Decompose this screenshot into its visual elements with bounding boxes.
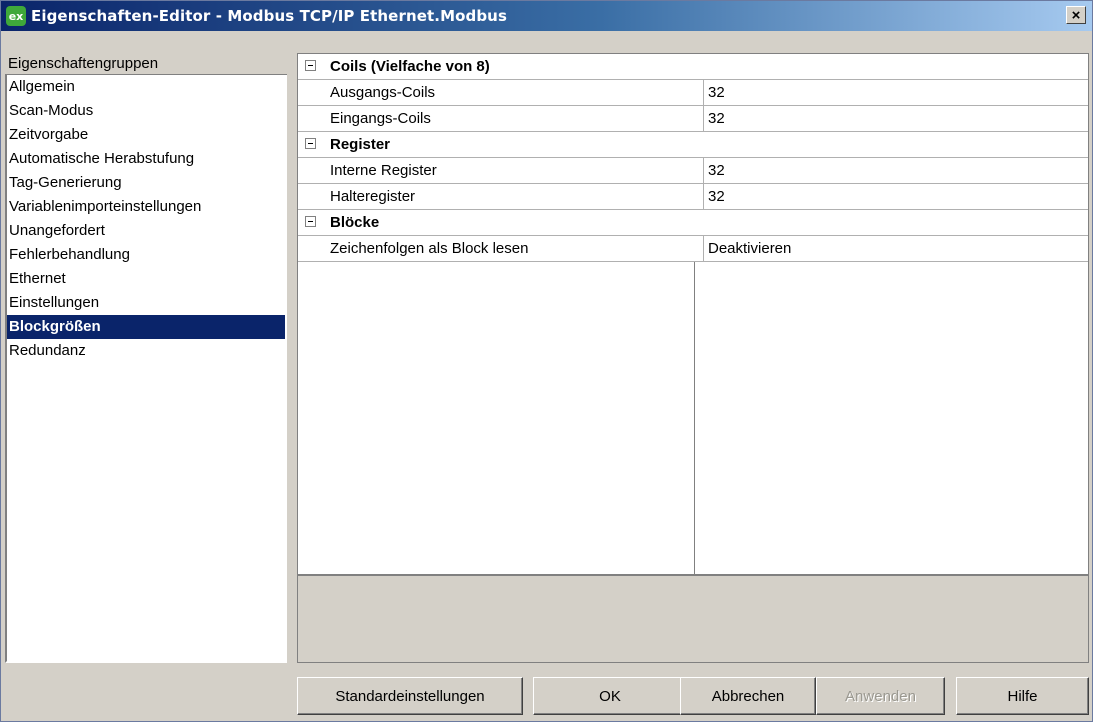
group-item-redundanz[interactable]: Redundanz [7,339,285,363]
close-icon: × [1071,6,1081,24]
group-item-variablenimporteinstellungen[interactable]: Variablenimporteinstellungen [7,195,285,219]
cancel-button[interactable]: Abbrechen [680,677,816,715]
window-title: Eigenschaften-Editor - Modbus TCP/IP Eth… [31,7,507,25]
collapse-icon[interactable] [305,60,316,71]
property-groups-header: Eigenschaftengruppen [5,53,287,75]
property-row-zeichenfolgen-als-block-lesen[interactable]: Zeichenfolgen als Block lesen Deaktivier… [298,236,1088,262]
category-label: Coils (Vielfache von 8) [330,58,490,75]
property-row-ausgangs-coils[interactable]: Ausgangs-Coils 32 [298,80,1088,106]
group-item-automatische-herabstufung[interactable]: Automatische Herabstufung [7,147,285,171]
property-value-interne-register[interactable]: 32 [703,158,1088,184]
category-label: Register [330,136,391,153]
property-grid: Coils (Vielfache von 8) Ausgangs-Coils 3… [297,53,1089,575]
property-name: Zeichenfolgen als Block lesen [330,240,529,257]
property-value-halteregister[interactable]: 32 [703,184,1088,210]
collapse-icon[interactable] [305,216,316,227]
property-name: Halteregister [330,188,416,205]
help-button[interactable]: Hilfe [956,677,1089,715]
group-item-unangefordert[interactable]: Unangefordert [7,219,285,243]
property-row-eingangs-coils[interactable]: Eingangs-Coils 32 [298,106,1088,132]
property-editor-window: ex Eigenschaften-Editor - Modbus TCP/IP … [0,0,1093,722]
column-divider[interactable] [694,262,695,574]
category-coils[interactable]: Coils (Vielfache von 8) [298,54,1088,80]
ok-button[interactable]: OK [533,677,687,715]
title-bar[interactable]: ex Eigenschaften-Editor - Modbus TCP/IP … [1,1,1092,31]
group-item-blockgroessen[interactable]: Blockgrößen [7,315,285,339]
description-panel [297,575,1089,663]
group-item-tag-generierung[interactable]: Tag-Generierung [7,171,285,195]
close-button[interactable]: × [1066,6,1086,24]
property-name: Ausgangs-Coils [330,84,436,101]
property-value-zeichenfolgen-als-block-lesen[interactable]: Deaktivieren [703,236,1088,262]
category-bloecke[interactable]: Blöcke [298,210,1088,236]
property-row-halteregister[interactable]: Halteregister 32 [298,184,1088,210]
property-value-ausgangs-coils[interactable]: 32 [703,80,1088,106]
app-icon: ex [6,6,26,26]
group-item-fehlerbehandlung[interactable]: Fehlerbehandlung [7,243,285,267]
property-value-eingangs-coils[interactable]: 32 [703,106,1088,132]
category-label: Blöcke [330,214,380,231]
group-item-ethernet[interactable]: Ethernet [7,267,285,291]
group-item-scan-modus[interactable]: Scan-Modus [7,99,285,123]
property-name: Eingangs-Coils [330,110,431,127]
group-item-zeitvorgabe[interactable]: Zeitvorgabe [7,123,285,147]
property-groups-list: Allgemein Scan-Modus Zeitvorgabe Automat… [7,75,285,363]
apply-button[interactable]: Anwenden [816,677,945,715]
property-row-interne-register[interactable]: Interne Register 32 [298,158,1088,184]
collapse-icon[interactable] [305,138,316,149]
defaults-button[interactable]: Standardeinstellungen [297,677,523,715]
property-name: Interne Register [330,162,437,179]
group-item-einstellungen[interactable]: Einstellungen [7,291,285,315]
category-register[interactable]: Register [298,132,1088,158]
group-item-allgemein[interactable]: Allgemein [7,75,285,99]
